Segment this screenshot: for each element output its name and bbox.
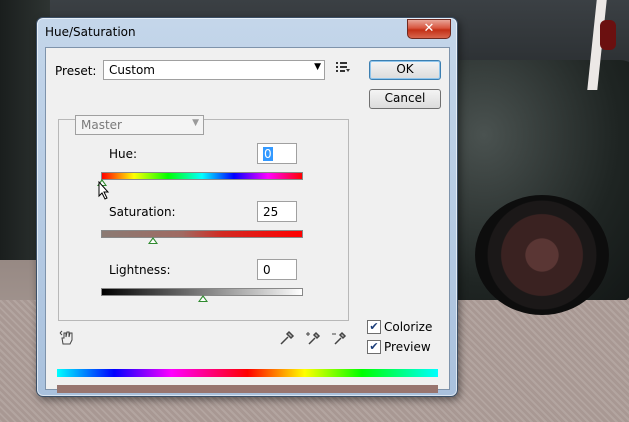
lightness-slider-thumb[interactable]	[198, 295, 208, 302]
preset-dropdown[interactable]: Custom ▼	[103, 60, 325, 80]
source-color-bar	[57, 369, 438, 377]
window-title: Hue/Saturation	[45, 25, 136, 39]
eyedropper-minus-icon[interactable]	[331, 330, 347, 346]
chevron-down-icon: ▼	[314, 62, 321, 72]
ok-button[interactable]: OK	[369, 60, 441, 80]
chevron-down-icon: ▼	[192, 118, 199, 128]
preset-label: Preset:	[55, 64, 97, 78]
lightness-label: Lightness:	[109, 263, 171, 277]
tail-light	[600, 20, 616, 50]
hue-label: Hue:	[109, 147, 138, 161]
hue-value: 0	[263, 147, 273, 161]
lightness-value: 0	[263, 263, 271, 277]
eyedropper-icon[interactable]	[279, 330, 295, 346]
hue-saturation-dialog: Hue/Saturation ✕ Preset: Custom ▼ OK Can…	[36, 17, 458, 397]
saturation-slider[interactable]	[101, 230, 303, 238]
colorize-label: Colorize	[384, 320, 433, 334]
colorize-checkbox[interactable]: ✔	[367, 320, 381, 334]
close-icon: ✕	[423, 21, 435, 36]
close-button[interactable]: ✕	[407, 19, 451, 39]
saturation-input[interactable]: 25	[257, 201, 297, 222]
car-wheel	[475, 195, 609, 315]
saturation-value: 25	[263, 205, 279, 219]
preview-checkbox[interactable]: ✔	[367, 340, 381, 354]
title-bar[interactable]: Hue/Saturation ✕	[37, 18, 457, 46]
saturation-label: Saturation:	[109, 205, 176, 219]
preview-label: Preview	[384, 340, 431, 354]
eyedropper-plus-icon[interactable]	[305, 330, 321, 346]
preset-options-icon[interactable]	[336, 61, 350, 76]
preset-value: Custom	[109, 63, 155, 77]
mouse-pointer-icon	[98, 180, 110, 204]
dialog-content: Preset: Custom ▼ OK Cancel Master ▼ Hue:…	[45, 47, 450, 393]
channel-dropdown[interactable]: Master ▼	[75, 115, 204, 135]
saturation-slider-thumb[interactable]	[148, 237, 158, 244]
result-color-bar	[57, 385, 438, 393]
hand-adjust-icon[interactable]	[59, 330, 75, 346]
hue-input[interactable]: 0	[257, 143, 297, 164]
channel-value: Master	[81, 118, 122, 132]
hue-slider[interactable]	[101, 172, 303, 180]
cancel-button[interactable]: Cancel	[369, 89, 441, 109]
lightness-input[interactable]: 0	[257, 259, 297, 280]
